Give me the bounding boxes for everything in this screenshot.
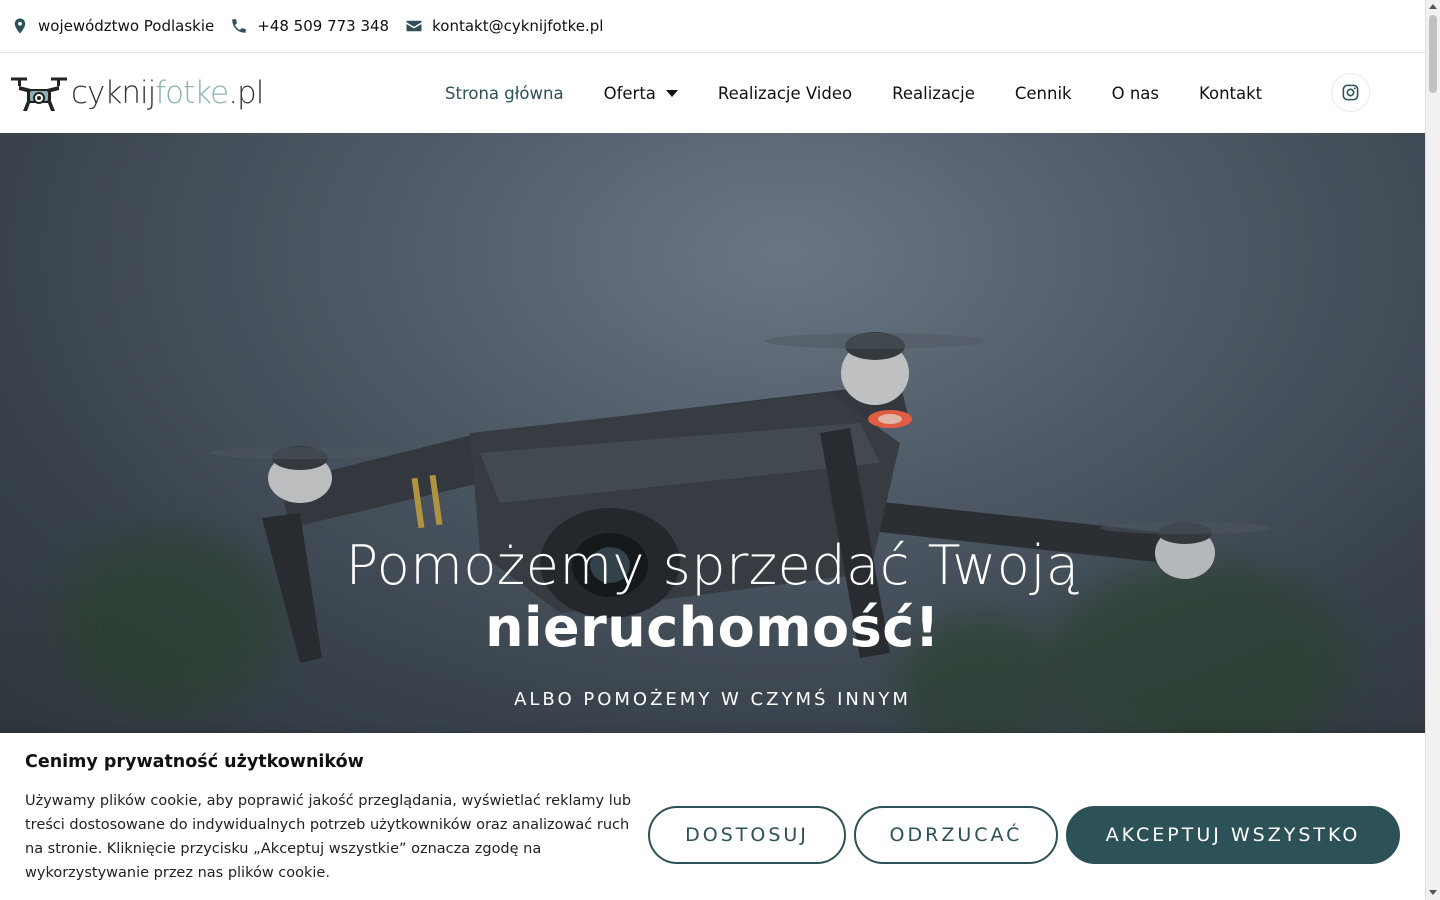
hero-title: Pomożemy sprzedać Twoją nieruchomość! [0, 535, 1425, 659]
phone-icon [232, 19, 246, 33]
nav-item-contact[interactable]: Kontakt [1199, 84, 1262, 103]
cookie-text: Używamy plików cookie, aby poprawić jako… [25, 793, 632, 881]
email-item[interactable]: kontakt@cyknijfotke.pl [405, 17, 603, 35]
phone-item[interactable]: +48 509 773 348 [230, 17, 389, 35]
nav-item-home[interactable]: Strona główna [445, 84, 564, 103]
hero-section: Pomożemy sprzedać Twoją nieruchomość! AL… [0, 133, 1425, 733]
logo-text: cyknijfotke.pl [71, 75, 264, 111]
site-header: cyknijfotke.pl Strona główna Oferta Real… [0, 53, 1425, 133]
logo-text-part2: fotke [155, 75, 229, 111]
instagram-button[interactable] [1331, 73, 1370, 112]
customize-button[interactable]: DOSTOSUJ [648, 806, 846, 864]
nav-item-video[interactable]: Realizacje Video [718, 84, 852, 103]
caret-down-icon [665, 89, 678, 97]
location-item: województwo Podlaskie [11, 17, 214, 35]
nav-item-pricing[interactable]: Cennik [1015, 84, 1072, 103]
drone-logo-icon [11, 77, 67, 111]
site-logo[interactable]: cyknijfotke.pl [9, 69, 264, 117]
logo-text-part1: cyknij [71, 75, 156, 111]
cookie-banner: Cenimy prywatność użytkowników Używamy p… [0, 733, 1425, 900]
envelope-icon [406, 20, 422, 32]
cookie-title: Cenimy prywatność użytkowników [25, 752, 364, 772]
nav-item-offer[interactable]: Oferta [604, 84, 678, 103]
nav-item-about[interactable]: O nas [1112, 84, 1159, 103]
email-text[interactable]: kontakt@cyknijfotke.pl [432, 17, 603, 35]
instagram-icon [1342, 84, 1359, 101]
nav-item-projects[interactable]: Realizacje [892, 84, 975, 103]
nav-item-offer-label: Oferta [603, 83, 656, 103]
contact-bar: województwo Podlaskie +48 509 773 348 ko… [0, 0, 1425, 53]
reject-button[interactable]: ODRZUCAĆ [854, 806, 1058, 864]
scroll-up-arrow-icon[interactable] [1429, 4, 1437, 9]
scroll-down-arrow-icon[interactable] [1429, 890, 1437, 895]
hero-subtitle: ALBO POMOŻEMY W CZYMŚ INNYM [514, 689, 911, 710]
main-nav: Strona główna Oferta Realizacje Video Re… [445, 53, 1302, 133]
phone-text[interactable]: +48 509 773 348 [257, 17, 389, 35]
page-scrollbar[interactable] [1425, 0, 1440, 900]
map-pin-icon [14, 18, 26, 34]
location-text: województwo Podlaskie [38, 17, 215, 35]
scrollbar-thumb[interactable] [1429, 15, 1437, 93]
hero-title-line1: Pomożemy sprzedać Twoją [345, 534, 1080, 597]
accept-all-button[interactable]: AKCEPTUJ WSZYSTKO [1066, 806, 1400, 864]
hero-title-line2: nieruchomość! [485, 596, 940, 659]
logo-text-part3: .pl [228, 75, 264, 111]
